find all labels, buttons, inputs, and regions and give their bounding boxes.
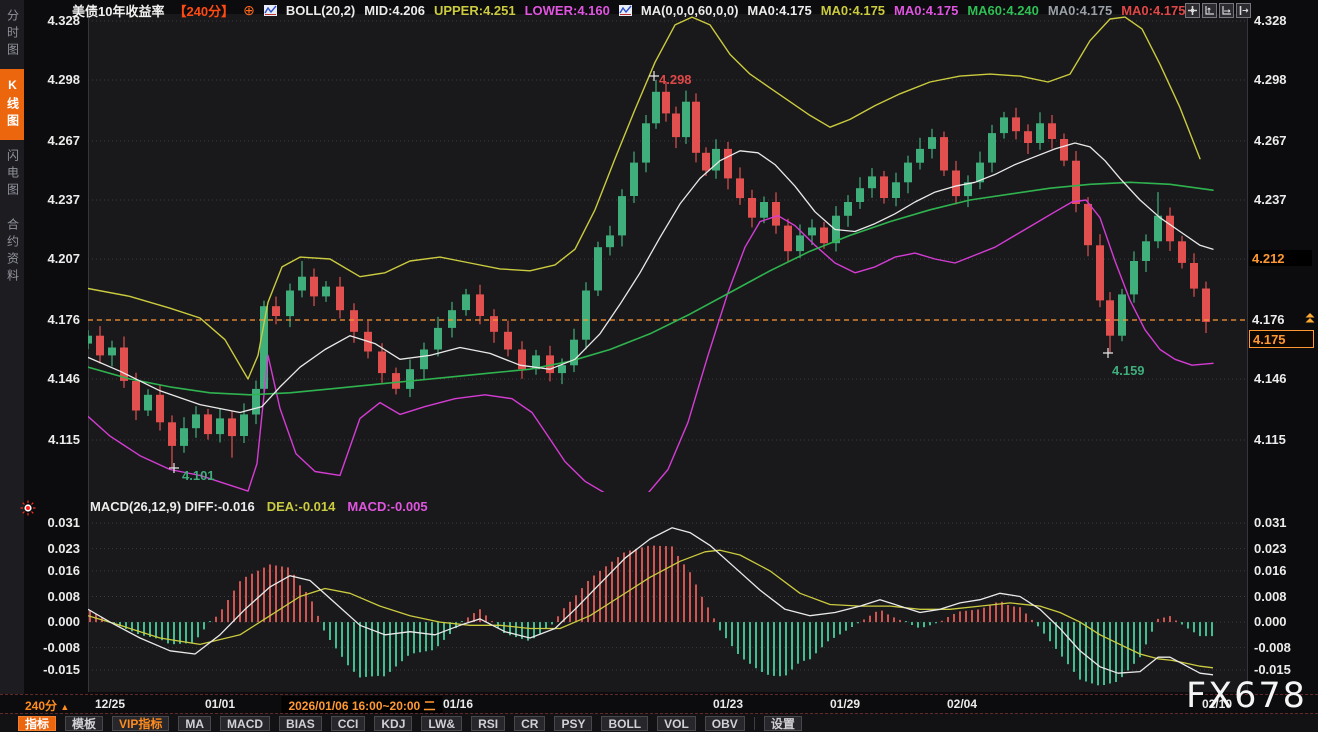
ma-value: MA0:4.175	[747, 3, 811, 18]
current-period-label[interactable]: 240分 ▲	[25, 697, 69, 714]
y-tick-label: -0.015	[1254, 663, 1291, 677]
macd-header: MACD(26,12,9) DIFF:-0.016 DEA:-0.014 MAC…	[90, 499, 428, 514]
sidebar-item-lightning-chart[interactable]: 闪电图	[0, 140, 24, 209]
toolbar-button-obv[interactable]: OBV	[705, 716, 745, 731]
macd-dea-label: DEA:-0.014	[267, 499, 336, 514]
macd-diff-label: MACD(26,12,9) DIFF:-0.016	[90, 499, 255, 514]
period-tag[interactable]: 【240分】	[173, 1, 234, 20]
sidebar-item-label: K线图	[6, 78, 19, 131]
x-tick-label: 01/16	[443, 697, 473, 711]
mini-chart-icon[interactable]	[619, 5, 632, 16]
chart-header: 美债10年收益率 【240分】 ⊕ BOLL(20,2) MID:4.206 U…	[72, 2, 1186, 18]
sidebar-item-contract-info[interactable]: 合约资料	[0, 209, 24, 295]
x-axis-strip: 240分 ▲ 2026/01/06 16:00~20:00 二 12/2501/…	[0, 694, 1318, 713]
collapse-panel-icon[interactable]	[1236, 3, 1251, 18]
svg-text:4.298: 4.298	[659, 72, 692, 87]
ma-value: MA0:4.175	[1121, 3, 1185, 18]
ma-value-marker: 4.212	[1249, 250, 1312, 266]
y-tick-label: 0.008	[47, 590, 80, 604]
y-tick-label: 0.008	[1254, 590, 1287, 604]
sidebar-item-time-chart[interactable]: 分时图	[0, 0, 24, 69]
last-price-marker: 4.175	[1249, 330, 1314, 348]
ma-values: MA0:4.175 MA0:4.175 MA0:4.175 MA60:4.240 MA0…	[747, 3, 1185, 18]
left-sidebar: 分时图 K线图闪电图合约资料	[0, 0, 24, 694]
toolbar-button-macd[interactable]: MACD	[220, 716, 270, 731]
y-tick-label: 0.023	[47, 542, 80, 556]
toolbar-button-ma[interactable]: MA	[178, 716, 211, 731]
y-tick-label: 0.023	[1254, 542, 1287, 556]
toolbar-button-lw[interactable]: LW&	[421, 716, 462, 731]
main-chart-canvas[interactable]: 4.298 4.101 4.159	[88, 14, 1248, 492]
toolbar-button-bias[interactable]: BIAS	[279, 716, 322, 731]
toolbar-button-template[interactable]: 模板	[65, 716, 103, 731]
toolbar-divider	[754, 717, 755, 730]
x-tick-label: 01/23	[713, 697, 743, 711]
chart-tool-icons	[1185, 3, 1251, 18]
svg-text:4.101: 4.101	[182, 468, 215, 483]
up-triangle-icon: ▲	[60, 702, 69, 712]
fx678-watermark: FX678	[1186, 678, 1307, 714]
sidebar-item-label: 合约资料	[6, 218, 19, 286]
chart-title: 美债10年收益率	[72, 1, 164, 20]
toolbar-button-psy[interactable]: PSY	[554, 716, 592, 731]
x-tick-label: 01/29	[830, 697, 860, 711]
sidebar-item-label: 分时图	[6, 9, 19, 60]
ma-value: MA0:4.175	[894, 3, 958, 18]
mini-chart-icon[interactable]	[264, 5, 277, 16]
boll-label: BOLL(20,2)	[286, 3, 355, 18]
toolbar-button-kdj[interactable]: KDJ	[374, 716, 412, 731]
boll-lower-value: LOWER:4.160	[525, 3, 610, 18]
toolbar-button-boll[interactable]: BOLL	[601, 716, 648, 731]
y-tick-label: 0.031	[1254, 516, 1287, 530]
sidebar-item-label: 闪电图	[6, 149, 19, 200]
y-tick-label: 0.016	[47, 564, 80, 578]
indicator-toolbar: 指标模板 VIP指标 MA MACD BIAS CCI KDJ LW&RSI CR PSY BOLL…	[0, 713, 1318, 732]
pan-crosshair-icon[interactable]	[1185, 3, 1200, 18]
boll-mid-value: MID:4.206	[364, 3, 425, 18]
toolbar-button-vol[interactable]: VOL	[657, 716, 696, 731]
toolbar-button-cci[interactable]: CCI	[331, 716, 366, 731]
scale-axis-left-icon[interactable]	[1202, 3, 1217, 18]
ma-value: MA0:4.175	[821, 3, 885, 18]
macd-canvas[interactable]	[88, 514, 1248, 692]
macd-left-axis: 0.031 0.023 0.016 0.008 0.000 -0.008 -0.015	[24, 0, 84, 694]
y-tick-label: -0.008	[43, 641, 80, 655]
x-tick-label: 12/25	[95, 697, 125, 711]
current-price-tick: 4.176	[1252, 312, 1285, 327]
y-tick-label: -0.008	[1254, 641, 1291, 655]
alarm-icon[interactable]	[20, 500, 36, 521]
macd-value-label: MACD:-0.005	[347, 499, 427, 514]
add-indicator-icon[interactable]: ⊕	[243, 4, 255, 16]
sidebar-item-kline-chart[interactable]: K线图	[0, 69, 24, 140]
toolbar-button-vip-indicator[interactable]: VIP指标	[112, 716, 169, 731]
y-tick-label: 0.000	[1254, 615, 1287, 629]
y-tick-label: -0.015	[43, 663, 80, 677]
x-tick-label: 01/01	[205, 697, 235, 711]
toolbar-button-cr[interactable]: CR	[514, 716, 545, 731]
scale-axis-right-icon[interactable]	[1219, 3, 1234, 18]
boll-upper-value: UPPER:4.251	[434, 3, 516, 18]
svg-text:4.159: 4.159	[1112, 363, 1145, 378]
toolbar-button-indicator[interactable]: 指标	[18, 716, 56, 731]
toolbar-button-rsi[interactable]: RSI	[471, 716, 505, 731]
x-tick-label: 02/04	[947, 697, 977, 711]
y-tick-label: 0.016	[1254, 564, 1287, 578]
ma-value: MA60:4.240	[967, 3, 1039, 18]
toolbar-button-settings[interactable]: 设置	[764, 716, 802, 731]
price-alert-arrows-icon[interactable]	[1304, 312, 1316, 330]
y-tick-label: 0.000	[47, 615, 80, 629]
ma-params-label: MA(0,0,0,60,0,0)	[641, 3, 739, 18]
y-tick-label: 0.031	[47, 516, 80, 530]
ma-value: MA0:4.175	[1048, 3, 1112, 18]
